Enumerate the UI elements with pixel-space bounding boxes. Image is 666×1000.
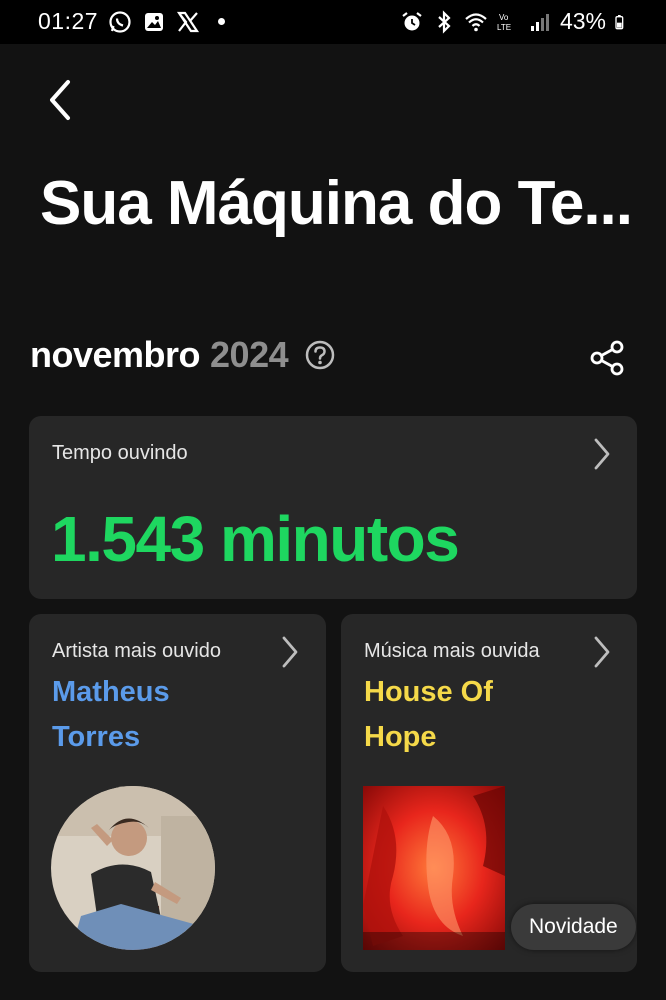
gallery-icon xyxy=(145,12,164,31)
share-icon[interactable] xyxy=(588,338,628,378)
period-month: novembro xyxy=(30,334,201,375)
top-track-label: Música mais ouvida xyxy=(364,640,540,662)
wifi-icon xyxy=(465,12,487,31)
signal-icon xyxy=(530,13,549,31)
page-title: Sua Máquina do Te... xyxy=(40,169,633,238)
listening-time-label: Tempo ouvindo xyxy=(52,442,188,464)
volte-icon: Vo LTE xyxy=(497,13,511,32)
period-year: 2024 xyxy=(210,334,289,375)
listening-time-card[interactable]: Tempo ouvindo 1.543 minutos xyxy=(29,416,637,599)
alarm-icon xyxy=(402,11,422,30)
help-icon[interactable] xyxy=(304,339,336,371)
status-left: 01:27 xyxy=(38,8,226,35)
svg-text:SER: SER xyxy=(55,787,84,803)
top-artist-label: Artista mais ouvido xyxy=(52,640,221,662)
svg-text:LTE: LTE xyxy=(497,23,511,32)
top-artist-card[interactable]: Artista mais ouvido Matheus Torres SER xyxy=(29,614,326,972)
notification-dot-icon xyxy=(218,18,226,25)
svg-text:Vo: Vo xyxy=(499,13,509,22)
back-button[interactable] xyxy=(36,72,84,128)
new-badge: Novidade xyxy=(511,904,636,950)
top-track-card[interactable]: Música mais ouvida House Of Hope Novidad… xyxy=(341,614,637,972)
top-track-name-line1: House Of xyxy=(364,676,493,708)
bluetooth-icon xyxy=(438,9,451,34)
album-cover xyxy=(363,786,505,950)
top-artist-name-line1: Matheus xyxy=(52,676,170,708)
period-header: novembro 2024 xyxy=(30,334,336,376)
artist-avatar: SER xyxy=(51,786,215,950)
album-art-image xyxy=(363,786,505,950)
chevron-right-icon xyxy=(282,636,298,668)
x-icon xyxy=(177,11,200,32)
whatsapp-icon xyxy=(109,10,131,33)
chevron-left-icon xyxy=(50,80,70,120)
battery-percentage: 43% xyxy=(559,8,606,34)
listening-time-value: 1.543 minutos xyxy=(51,503,460,575)
top-track-name: House Of Hope xyxy=(364,670,614,760)
top-track-name-line2: Hope xyxy=(364,721,437,753)
status-bar: 01:27 Vo LTE 43% xyxy=(0,0,666,44)
status-right: Vo LTE 43% xyxy=(400,8,630,35)
top-artist-name: Matheus Torres xyxy=(52,670,302,760)
top-artist-name-line2: Torres xyxy=(52,721,141,753)
status-time: 01:27 xyxy=(38,8,99,34)
battery-icon xyxy=(615,14,624,29)
chevron-right-icon xyxy=(594,636,610,668)
artist-photo-image: SER xyxy=(51,786,215,950)
chevron-right-icon xyxy=(594,438,610,470)
